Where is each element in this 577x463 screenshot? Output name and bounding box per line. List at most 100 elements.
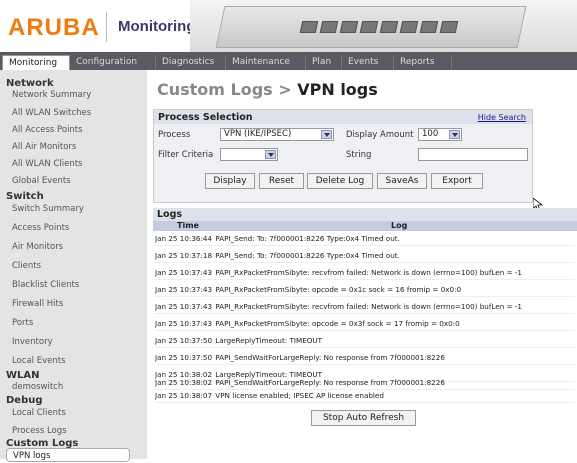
sidebar-nav: Network Network Summary All WLAN Switche… [0,70,147,462]
sidebar-item-global-events[interactable]: Global Events [12,176,71,186]
sidebar-item-vpn-logs[interactable]: VPN logs [6,448,130,462]
port-icon [359,21,379,33]
table-row: Jan 25 10:37:43 PAPI_RxPacketFromSibyte:… [155,284,575,297]
row-log: PAPI_RxPacketFromSibyte: recvfrom failed… [215,302,523,311]
process-select-value: VPN (IKE/IPSEC) [224,129,292,139]
page-title-text: VPN logs [297,80,378,99]
sidebar-item-local-events[interactable]: Local Events [12,356,66,366]
logs-title: Logs [157,209,183,220]
row-log: VPN license enabled; IPSEC AP license en… [215,391,384,400]
display-amount-value: 100 [422,129,439,139]
row-time: Jan 25 10:37:43 [155,268,213,277]
breadcrumb-separator: > [272,80,298,99]
sidebar-item-ports[interactable]: Ports [12,318,33,328]
display-amount-select[interactable]: 100 [418,128,462,141]
tab-events[interactable]: Events [342,55,394,70]
row-time: Jan 25 10:38:02 [155,378,213,387]
stop-auto-refresh-button[interactable]: Stop Auto Refresh [311,410,416,426]
column-time: Time [177,221,199,230]
tab-plan[interactable]: Plan [306,55,342,70]
sidebar-section-debug: Debug [6,395,43,406]
hide-search-link[interactable]: Hide Search [478,113,526,122]
export-button[interactable]: Export [431,173,483,189]
row-time: Jan 25 10:37:18 [155,251,213,260]
table-row: Jan 25 10:37:43 PAPI_RxPacketFromSibyte:… [155,318,575,331]
app-title: Monitoring [118,18,196,35]
delete-log-button[interactable]: Delete Log [307,173,373,189]
table-row: Jan 25 10:37:50 PAPI_SendWaitForLargeRep… [155,352,575,365]
sidebar-item-all-wlan-clients[interactable]: All WLAN Clients [12,159,83,169]
row-time: Jan 25 10:37:50 [155,353,213,362]
saveas-button[interactable]: SaveAs [377,173,427,189]
table-row: Jan 25 10:37:43 PAPI_RxPacketFromSibyte:… [155,301,575,314]
sidebar-section-switch: Switch [6,191,44,202]
reset-button[interactable]: Reset [259,173,304,189]
row-log: PAPI_SendWaitForLargeReply: No response … [215,378,445,387]
tab-diagnostics[interactable]: Diagnostics [156,55,226,70]
tab-maintenance[interactable]: Maintenance [226,55,306,70]
tab-monitoring[interactable]: Monitoring [2,55,70,70]
row-log: PAPI_RxPacketFromSibyte: opcode = 0x1c s… [215,285,462,294]
row-time: Jan 25 10:37:50 [155,336,213,345]
page-title: Custom Logs > VPN logs [157,80,378,99]
aruba-logo: ARUBA [8,14,100,41]
sidebar-item-air-monitors[interactable]: Air Monitors [12,242,63,252]
chevron-down-icon [265,150,276,159]
sidebar-item-clients[interactable]: Clients [12,261,41,271]
sidebar-item-inventory[interactable]: Inventory [12,337,53,347]
logs-column-header: Time Log [153,221,577,231]
row-time: Jan 25 10:36:44 [155,234,213,243]
process-selection-title: Process Selection [158,112,253,123]
sidebar-item-all-access-points[interactable]: All Access Points [12,125,83,135]
hardware-banner-image [190,0,577,52]
sidebar-item-local-clients[interactable]: Local Clients [12,408,66,418]
chevron-down-icon [449,130,460,139]
port-icon [319,21,339,33]
filter-criteria-label: Filter Criteria [158,150,214,160]
chevron-down-icon [321,130,332,139]
breadcrumb[interactable]: Custom Logs [157,80,273,99]
port-icon [439,21,459,33]
sidebar-item-process-logs[interactable]: Process Logs [12,426,67,436]
string-label: String [346,150,372,160]
sidebar-item-switch-summary[interactable]: Switch Summary [12,204,84,214]
port-icon [399,21,419,33]
string-input[interactable] [418,148,528,161]
port-icon [299,21,319,33]
port-icon [379,21,399,33]
row-time: Jan 25 10:37:43 [155,302,213,311]
sidebar-item-all-air-monitors[interactable]: All Air Monitors [12,142,76,152]
process-label: Process [158,130,191,140]
row-time: Jan 25 10:37:43 [155,285,213,294]
sidebar-item-blacklist-clients[interactable]: Blacklist Clients [12,280,79,290]
table-row: Jan 25 10:38:07 VPN license enabled; IPS… [155,390,575,403]
port-icon [419,21,439,33]
switch-device-image [215,6,527,48]
sidebar-section-wlan: WLAN [6,370,40,381]
app-header: ARUBA Monitoring [0,0,577,52]
column-log: Log [391,221,408,230]
sidebar-item-firewall-hits[interactable]: Firewall Hits [12,299,63,309]
row-log: LargeReplyTimeout: TIMEOUT [215,336,323,345]
display-button[interactable]: Display [205,173,255,189]
sidebar-item-demoswitch[interactable]: demoswitch [12,382,63,392]
row-log: PAPI_RxPacketFromSibyte: opcode = 0x3f s… [215,319,460,328]
main-tabbar: Monitoring Configuration Diagnostics Mai… [0,52,577,70]
sidebar-item-all-wlan-switches[interactable]: All WLAN Switches [12,108,91,118]
row-time: Jan 25 10:37:43 [155,319,213,328]
sidebar-item-network-summary[interactable]: Network Summary [12,90,91,100]
row-log: PAPI_Send: To: 7f000001:8226 Type:0x4 Ti… [215,251,400,260]
display-amount-label: Display Amount [346,130,414,140]
filter-criteria-select[interactable] [220,148,278,161]
tab-reports[interactable]: Reports [394,55,452,70]
row-log: PAPI_Send: To: 7f000001:8226 Type:0x4 Ti… [215,234,400,243]
process-select[interactable]: VPN (IKE/IPSEC) [220,128,334,141]
port-icon [339,21,359,33]
table-row: Jan 25 10:37:50 LargeReplyTimeout: TIMEO… [155,335,575,348]
table-row: Jan 25 10:37:18 PAPI_Send: To: 7f000001:… [155,250,575,263]
tab-configuration[interactable]: Configuration [70,55,156,70]
header-divider [106,12,107,42]
sidebar-item-access-points[interactable]: Access Points [12,223,69,233]
sidebar-section-network: Network [6,78,54,89]
table-row: Jan 25 10:37:43 PAPI_RxPacketFromSibyte:… [155,267,575,280]
